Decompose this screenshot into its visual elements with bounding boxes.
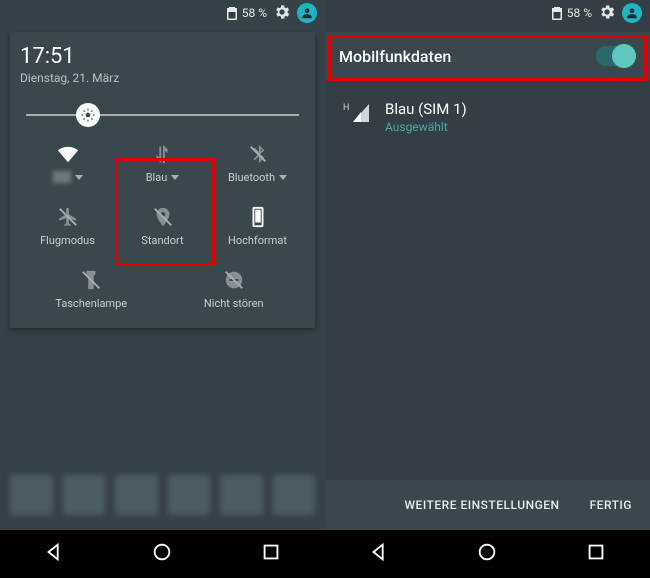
profile-avatar[interactable] xyxy=(622,3,642,23)
sim-name: Blau (SIM 1) xyxy=(385,100,467,118)
settings-icon[interactable] xyxy=(598,3,616,24)
nav-recent[interactable] xyxy=(260,541,282,567)
flashlight-icon xyxy=(80,269,102,291)
airplane-icon xyxy=(57,206,79,228)
brightness-slider[interactable] xyxy=(26,105,299,125)
battery-percent: 58 % xyxy=(242,6,267,20)
tile-airplane-label: Flugmodus xyxy=(40,234,95,247)
nav-recent[interactable] xyxy=(585,541,607,567)
tile-mobile-label: Blau xyxy=(146,171,180,184)
app-dock xyxy=(0,460,325,530)
tile-flashlight[interactable]: Taschenlampe xyxy=(68,269,116,310)
more-settings-button[interactable]: WEITERE EINSTELLUNGEN xyxy=(404,498,559,512)
nav-back[interactable] xyxy=(43,541,65,567)
brightness-icon[interactable] xyxy=(76,103,100,127)
battery-percent: 58 % xyxy=(567,6,592,20)
nav-back[interactable] xyxy=(368,541,390,567)
tile-bluetooth-label: Bluetooth xyxy=(228,171,287,184)
tile-portrait-label: Hochformat xyxy=(228,234,287,247)
sim-status: Ausgewählt xyxy=(385,120,467,134)
statusbar: 58 % xyxy=(325,0,650,26)
nav-bar xyxy=(325,530,650,578)
svg-text:H: H xyxy=(343,103,349,113)
battery-indicator: 58 % xyxy=(551,6,592,20)
location-off-icon xyxy=(152,206,174,228)
footer-actions: WEITERE EINSTELLUNGEN FERTIG xyxy=(325,480,650,530)
tile-location-label: Standort xyxy=(141,234,183,247)
mobile-data-title: Mobilfunkdaten xyxy=(339,47,451,66)
phone-quicksettings: 58 % 17:51 Dienstag, 21. März Blau xyxy=(0,0,325,578)
wifi-icon xyxy=(57,143,79,165)
done-button[interactable]: FERTIG xyxy=(590,498,632,512)
mobile-data-toggle[interactable] xyxy=(596,46,636,66)
statusbar: 58 % xyxy=(0,0,325,26)
nav-home[interactable] xyxy=(476,541,498,567)
tiles-grid: Blau Bluetooth Flugmodus Standort Hochfo… xyxy=(20,143,305,310)
tile-portrait[interactable]: Hochformat xyxy=(210,206,305,247)
mobile-data-icon xyxy=(152,143,174,165)
tile-wifi[interactable] xyxy=(20,143,115,184)
tile-mobile-data[interactable]: Blau xyxy=(115,143,210,184)
quick-settings-panel: 17:51 Dienstag, 21. März Blau Bluetooth xyxy=(10,32,315,328)
phone-mobiledata: 58 % Mobilfunkdaten H Blau (SIM 1) Ausge… xyxy=(325,0,650,578)
nav-home[interactable] xyxy=(151,541,173,567)
tile-flashlight-label: Taschenlampe xyxy=(55,297,127,310)
tile-wifi-label xyxy=(53,171,83,183)
nav-bar xyxy=(0,530,325,578)
tile-dnd[interactable]: Nicht stören xyxy=(163,269,306,310)
tile-dnd-label: Nicht stören xyxy=(204,297,264,310)
tile-location[interactable]: Standort xyxy=(115,206,210,247)
profile-avatar[interactable] xyxy=(297,3,317,23)
bluetooth-off-icon xyxy=(247,143,269,165)
battery-indicator: 58 % xyxy=(226,6,267,20)
tile-bluetooth[interactable]: Bluetooth xyxy=(210,143,305,184)
clock: 17:51 xyxy=(20,44,305,69)
portrait-icon xyxy=(247,206,269,228)
signal-icon: H xyxy=(343,100,371,128)
dnd-icon xyxy=(223,269,245,291)
sim-row[interactable]: H Blau (SIM 1) Ausgewählt xyxy=(325,90,650,144)
settings-icon[interactable] xyxy=(273,3,291,24)
mobile-data-row: Mobilfunkdaten xyxy=(325,32,650,80)
date: Dienstag, 21. März xyxy=(20,71,305,85)
tile-airplane[interactable]: Flugmodus xyxy=(20,206,115,247)
